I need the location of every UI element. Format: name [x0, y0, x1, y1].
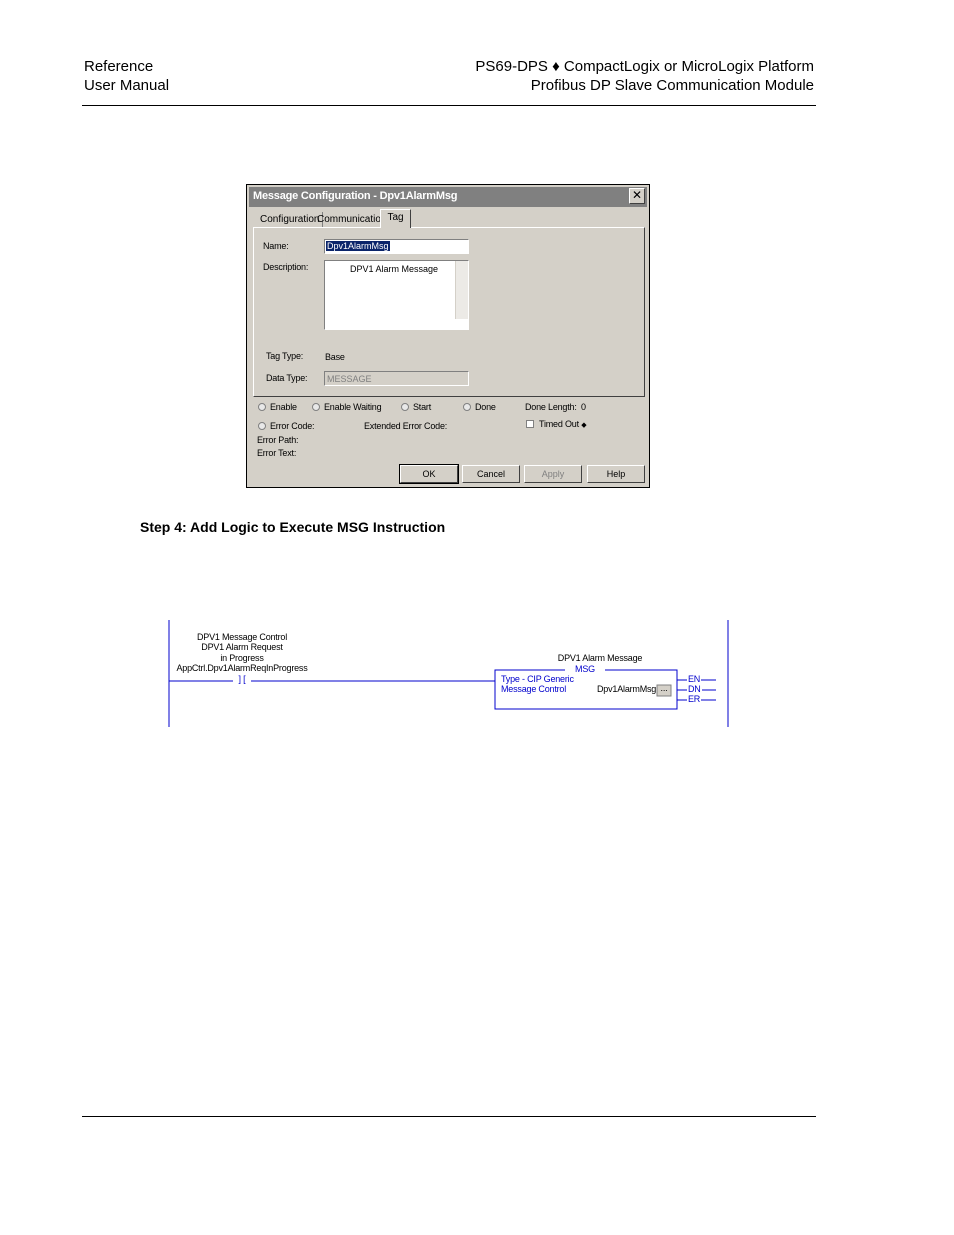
- output-er: ER: [687, 694, 702, 704]
- description-value: DPV1 Alarm Message: [350, 264, 439, 274]
- close-icon: ✕: [631, 188, 643, 202]
- header-product: PS69-DPS ♦ CompactLogix or MicroLogix Pl…: [475, 58, 814, 75]
- enable-label: Enable: [270, 402, 297, 412]
- msg-control-value[interactable]: Dpv1AlarmMsg: [597, 684, 656, 694]
- header-section: Reference: [84, 58, 154, 75]
- error-code-indicator: [258, 422, 266, 430]
- tag-type-value: Base: [325, 352, 345, 362]
- tab-tag[interactable]: Tag: [380, 209, 411, 228]
- start-indicator: [401, 403, 409, 411]
- timed-out-marker-icon: ◆: [581, 422, 587, 429]
- name-input[interactable]: Dpv1AlarmMsg: [324, 239, 469, 254]
- timed-out-label: Timed Out ◆: [539, 419, 587, 429]
- msg-description: DPV1 Alarm Message: [557, 653, 643, 663]
- tag-panel: Name: Dpv1AlarmMsg Description: DPV1 Ala…: [253, 227, 645, 397]
- done-length-label: Done Length:: [525, 402, 577, 412]
- name-label: Name:: [263, 241, 289, 251]
- enable-waiting-label: Enable Waiting: [324, 402, 382, 412]
- tag-type-label: Tag Type:: [266, 351, 304, 361]
- dialog-title: Message Configuration - Dpv1AlarmMsg: [253, 190, 458, 202]
- contact-description-3: in Progress: [220, 653, 264, 663]
- done-label: Done: [475, 402, 496, 412]
- start-label: Start: [413, 402, 432, 412]
- error-path-label: Error Path:: [257, 435, 299, 445]
- ladder-rung: DPV1 Message Control DPV1 Alarm Request …: [160, 615, 740, 735]
- cancel-button[interactable]: Cancel: [462, 465, 520, 483]
- message-configuration-dialog: Message Configuration - Dpv1AlarmMsg ✕ C…: [246, 184, 650, 488]
- output-dn: DN: [687, 684, 702, 694]
- apply-button[interactable]: Apply: [524, 465, 582, 483]
- error-code-label: Error Code:: [270, 421, 315, 431]
- enable-waiting-indicator: [312, 403, 320, 411]
- help-button[interactable]: Help: [587, 465, 645, 483]
- error-text-label: Error Text:: [257, 448, 297, 458]
- contact-description-2: DPV1 Alarm Request: [201, 642, 283, 652]
- msg-type: Type - CIP Generic: [501, 674, 574, 684]
- footer-rule: [82, 1116, 816, 1117]
- tab-communication[interactable]: Communication: [314, 212, 391, 228]
- data-type-label: Data Type:: [266, 373, 308, 383]
- header-left: Reference User Manual: [84, 57, 169, 95]
- dialog-titlebar: Message Configuration - Dpv1AlarmMsg ✕: [249, 187, 647, 207]
- msg-browse-button[interactable]: ...: [657, 683, 671, 693]
- timed-out-text: Timed Out: [539, 419, 579, 429]
- header-right: PS69-DPS ♦ CompactLogix or MicroLogix Pl…: [475, 57, 814, 95]
- description-scrollbar[interactable]: [455, 261, 468, 319]
- xic-contact-icon[interactable]: ] [: [233, 674, 251, 684]
- done-indicator: [463, 403, 471, 411]
- output-en: EN: [687, 674, 702, 684]
- msg-control-label: Message Control: [501, 684, 567, 694]
- header-rule: [82, 105, 816, 106]
- contact-tag[interactable]: AppCtrl.Dpv1AlarmReqInProgress: [176, 663, 308, 673]
- enable-indicator: [258, 403, 266, 411]
- close-button[interactable]: ✕: [629, 188, 645, 204]
- description-textarea[interactable]: DPV1 Alarm Message: [324, 260, 469, 330]
- extended-error-code-label: Extended Error Code:: [364, 421, 448, 431]
- data-type-value: MESSAGE: [327, 374, 372, 384]
- header-doc-type: User Manual: [84, 77, 170, 94]
- timed-out-checkbox: [526, 420, 534, 428]
- header-module: Profibus DP Slave Communication Module: [530, 77, 814, 94]
- contact-description-1: DPV1 Message Control: [196, 632, 288, 642]
- msg-instruction-name[interactable]: MSG: [565, 664, 605, 674]
- name-value: Dpv1AlarmMsg: [326, 241, 390, 251]
- data-type-field: MESSAGE: [324, 371, 469, 386]
- done-length-value: 0: [581, 402, 586, 412]
- description-label: Description:: [263, 262, 309, 272]
- step-heading: Step 4: Add Logic to Execute MSG Instruc…: [140, 519, 446, 535]
- ok-button[interactable]: OK: [399, 464, 459, 484]
